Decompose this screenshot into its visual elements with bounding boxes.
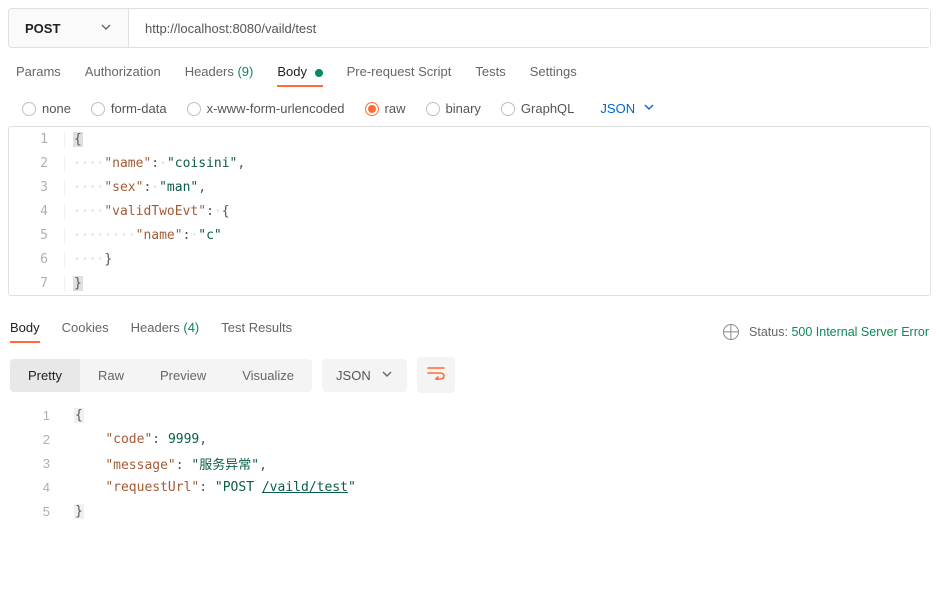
code-content: }: [66, 504, 84, 519]
tab-prerequest[interactable]: Pre-request Script: [347, 64, 452, 87]
tab-body[interactable]: Body: [277, 64, 322, 87]
modified-dot-icon: [315, 69, 323, 77]
code-content: "requestUrl": "POST /vaild/test": [66, 480, 356, 495]
code-line: 3····"sex":·"man",: [9, 175, 930, 199]
wrap-toggle-button[interactable]: [417, 357, 455, 393]
chevron-down-icon: [381, 368, 393, 383]
code-line: 2····"name":·"coisini",: [9, 151, 930, 175]
tab-authorization[interactable]: Authorization: [85, 64, 161, 87]
code-content: ····"validTwoEvt":·{: [65, 204, 230, 219]
radio-icon: [91, 102, 105, 116]
code-content: ····"name":·"coisini",: [65, 156, 245, 171]
radio-raw[interactable]: raw: [365, 101, 406, 116]
globe-icon[interactable]: [723, 324, 739, 340]
radio-icon: [426, 102, 440, 116]
code-line: 1{: [9, 127, 930, 151]
chevron-down-icon: [643, 101, 655, 116]
body-type-row: none form-data x-www-form-urlencoded raw…: [22, 101, 931, 116]
line-number: 1: [9, 132, 65, 147]
line-number: 4: [10, 480, 66, 495]
response-tabs-row: Body Cookies Headers (4) Test Results St…: [10, 320, 929, 343]
response-body-viewer[interactable]: 1{2 "code": 9999,3 "message": "服务异常",4 "…: [10, 403, 929, 523]
code-content: "message": "服务异常",: [66, 454, 267, 473]
radio-graphql[interactable]: GraphQL: [501, 101, 574, 116]
response-format-select[interactable]: JSON: [322, 359, 407, 392]
radio-icon: [22, 102, 36, 116]
request-tabs: Params Authorization Headers (9) Body Pr…: [16, 64, 931, 87]
line-number: 3: [9, 180, 65, 195]
radio-none[interactable]: none: [22, 101, 71, 116]
code-line: 6····}: [9, 247, 930, 271]
code-content: ····"sex":·"man",: [65, 180, 206, 195]
resp-tab-test-results[interactable]: Test Results: [221, 320, 292, 343]
code-content: }: [65, 276, 83, 291]
radio-icon: [365, 102, 379, 116]
view-tab-preview[interactable]: Preview: [142, 359, 224, 392]
code-content: {: [66, 408, 84, 423]
radio-icon: [501, 102, 515, 116]
radio-icon: [187, 102, 201, 116]
status-label: Status:: [749, 325, 788, 339]
line-number: 2: [10, 432, 66, 447]
code-line: 7}: [9, 271, 930, 295]
view-tab-pretty[interactable]: Pretty: [10, 359, 80, 392]
radio-form-data[interactable]: form-data: [91, 101, 167, 116]
status-value[interactable]: 500 Internal Server Error: [791, 325, 929, 339]
method-label: POST: [25, 21, 60, 36]
tab-settings[interactable]: Settings: [530, 64, 577, 87]
body-format-select[interactable]: JSON: [600, 101, 655, 116]
line-number: 7: [9, 276, 65, 291]
line-number: 5: [9, 228, 65, 243]
line-number: 3: [10, 456, 66, 471]
code-content: {: [65, 132, 83, 147]
tab-tests[interactable]: Tests: [475, 64, 505, 87]
radio-binary[interactable]: binary: [426, 101, 481, 116]
response-view-tabs: Pretty Raw Preview Visualize: [10, 359, 312, 392]
code-line: 5}: [10, 499, 929, 523]
line-number: 5: [10, 504, 66, 519]
url-bar: POST http://localhost:8080/vaild/test: [8, 8, 931, 48]
code-content: "code": 9999,: [66, 432, 207, 447]
line-number: 4: [9, 204, 65, 219]
response-tabs: Body Cookies Headers (4) Test Results: [10, 320, 292, 343]
line-number: 6: [9, 252, 65, 267]
radio-urlencoded[interactable]: x-www-form-urlencoded: [187, 101, 345, 116]
url-input[interactable]: http://localhost:8080/vaild/test: [129, 9, 930, 47]
code-line: 4 "requestUrl": "POST /vaild/test": [10, 475, 929, 499]
code-line: 1{: [10, 403, 929, 427]
code-line: 4····"validTwoEvt":·{: [9, 199, 930, 223]
line-number: 2: [9, 156, 65, 171]
code-line: 5········"name":·"c": [9, 223, 930, 247]
view-tab-raw[interactable]: Raw: [80, 359, 142, 392]
resp-tab-body[interactable]: Body: [10, 320, 40, 343]
wrap-icon: [427, 366, 445, 385]
tab-params[interactable]: Params: [16, 64, 61, 87]
request-body-editor[interactable]: 1{2····"name":·"coisini",3····"sex":·"ma…: [8, 126, 931, 296]
url-value: http://localhost:8080/vaild/test: [145, 21, 316, 36]
code-line: 2 "code": 9999,: [10, 427, 929, 451]
response-toolbar: Pretty Raw Preview Visualize JSON: [10, 357, 929, 393]
resp-tab-headers[interactable]: Headers (4): [131, 320, 200, 343]
code-line: 3 "message": "服务异常",: [10, 451, 929, 475]
tab-headers[interactable]: Headers (9): [185, 64, 254, 87]
method-select[interactable]: POST: [9, 9, 129, 47]
line-number: 1: [10, 408, 66, 423]
code-content: ····}: [65, 252, 112, 267]
chevron-down-icon: [100, 21, 112, 36]
resp-tab-cookies[interactable]: Cookies: [62, 320, 109, 343]
code-content: ········"name":·"c": [65, 228, 222, 243]
view-tab-visualize[interactable]: Visualize: [224, 359, 312, 392]
